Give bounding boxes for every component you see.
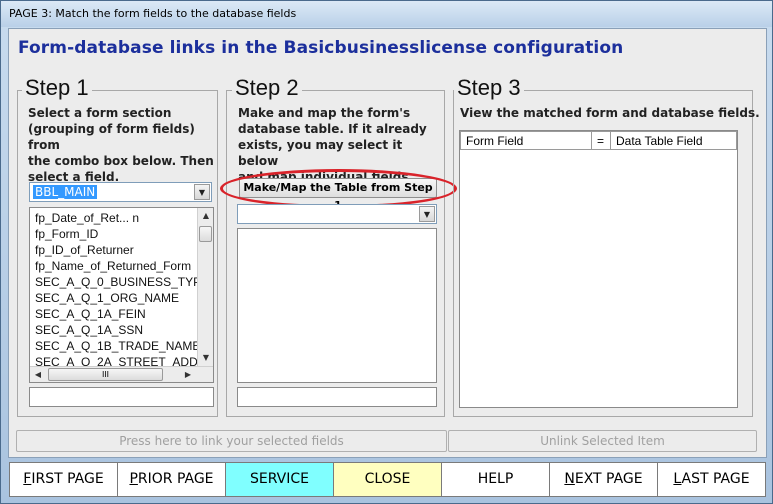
window-title: PAGE 3: Match the form fields to the dat… [9,7,297,20]
next-page-label: EXT PAGE [574,471,643,487]
step3-label: Step 3 [454,75,524,101]
link-fields-button[interactable]: Press here to link your selected fields [16,430,447,452]
last-page-mnemonic: L [673,471,682,487]
unlink-item-button[interactable]: Unlink Selected Item [448,430,757,452]
column-divider [610,132,611,149]
close-button[interactable]: CLOSE [333,462,442,497]
matched-fields-grid[interactable]: Form Field = Data Table Field [459,130,738,408]
step1-desc-line: the combo box below. Then [28,154,214,168]
next-page-button[interactable]: NEXT PAGE [549,462,658,497]
list-item[interactable]: SEC_A_Q_1A_FEIN [35,307,146,321]
scroll-left-icon[interactable]: ◀ [30,367,46,382]
navigation-bar: FIRST PAGE PRIOR PAGE SERVICE CLOSE HELP… [9,462,766,497]
prior-page-label: RIOR PAGE [137,471,214,487]
app-window: PAGE 3: Match the form fields to the dat… [0,0,773,504]
column-divider [591,132,592,149]
scroll-down-icon[interactable]: ▼ [198,350,213,366]
step1-desc-line: (grouping of form fields) from [28,122,195,152]
step2-desc-line: database table. If it already [238,122,427,136]
prior-page-button[interactable]: PRIOR PAGE [117,462,226,497]
list-item[interactable]: fp_ID_of_Returner [35,243,134,257]
title-bar: PAGE 3: Match the form fields to the dat… [1,1,772,27]
list-item[interactable]: fp_Form_ID [35,227,98,241]
step3-description: View the matched form and database field… [460,106,760,120]
scroll-grip: III [101,370,110,379]
vertical-scrollbar[interactable]: ▲ ▼ [197,208,213,366]
horizontal-scrollbar[interactable]: ◀ III ▶ [30,366,213,382]
step2-label: Step 2 [232,75,302,101]
list-item[interactable]: SEC_A_Q_0_BUSINESS_TYPE [35,275,209,289]
step1-label: Step 1 [22,75,92,101]
scroll-thumb[interactable] [199,226,212,242]
first-page-label: IRST PAGE [31,471,104,487]
list-item[interactable]: fp_Date_of_Ret... n [35,211,139,225]
form-section-combo[interactable]: BBL_MAIN ▼ [29,182,212,202]
scroll-thumb[interactable]: III [48,368,163,381]
next-page-mnemonic: N [564,471,575,487]
scroll-right-icon[interactable]: ▶ [180,367,196,382]
column-header-form-field[interactable]: Form Field [466,134,523,148]
column-header-data-table-field[interactable]: Data Table Field [616,134,703,148]
red-annotation-ellipse [220,169,457,208]
form-fields-list[interactable]: fp_Date_of_Ret... n fp_Form_ID fp_ID_of_… [29,207,214,383]
column-header-equals[interactable]: = [597,134,604,148]
step1-textbox[interactable] [29,387,214,407]
form-section-combo-value: BBL_MAIN [33,185,98,199]
step2-desc-line: Make and map the form's [238,106,411,120]
page-heading: Form-database links in the Basicbusiness… [18,38,624,58]
step1-description: Select a form section (grouping of form … [28,105,223,185]
chevron-down-icon[interactable]: ▼ [419,206,435,222]
prior-page-mnemonic: P [129,471,138,487]
list-item[interactable]: SEC_A_Q_1_ORG_NAME [35,291,179,305]
database-table-combo[interactable]: ▼ [237,204,437,224]
step2-desc-line: exists, you may select it below [238,138,403,168]
list-item[interactable]: SEC_A_Q_1B_TRADE_NAME [35,339,200,353]
step2-textbox[interactable] [237,387,437,407]
help-button[interactable]: HELP [441,462,550,497]
first-page-button[interactable]: FIRST PAGE [9,462,118,497]
service-button[interactable]: SERVICE [225,462,334,497]
main-panel: Form-database links in the Basicbusiness… [8,28,767,458]
chevron-down-icon[interactable]: ▼ [194,184,210,200]
database-fields-list[interactable] [237,228,437,383]
last-page-label: AST PAGE [681,471,750,487]
last-page-button[interactable]: LAST PAGE [657,462,766,497]
grid-header: Form Field = Data Table Field [460,131,737,150]
list-item[interactable]: fp_Name_of_Returned_Form [35,259,191,273]
list-item[interactable]: SEC_A_Q_1A_SSN [35,323,143,337]
scroll-up-icon[interactable]: ▲ [198,208,213,224]
step1-desc-line: Select a form section [28,106,172,120]
